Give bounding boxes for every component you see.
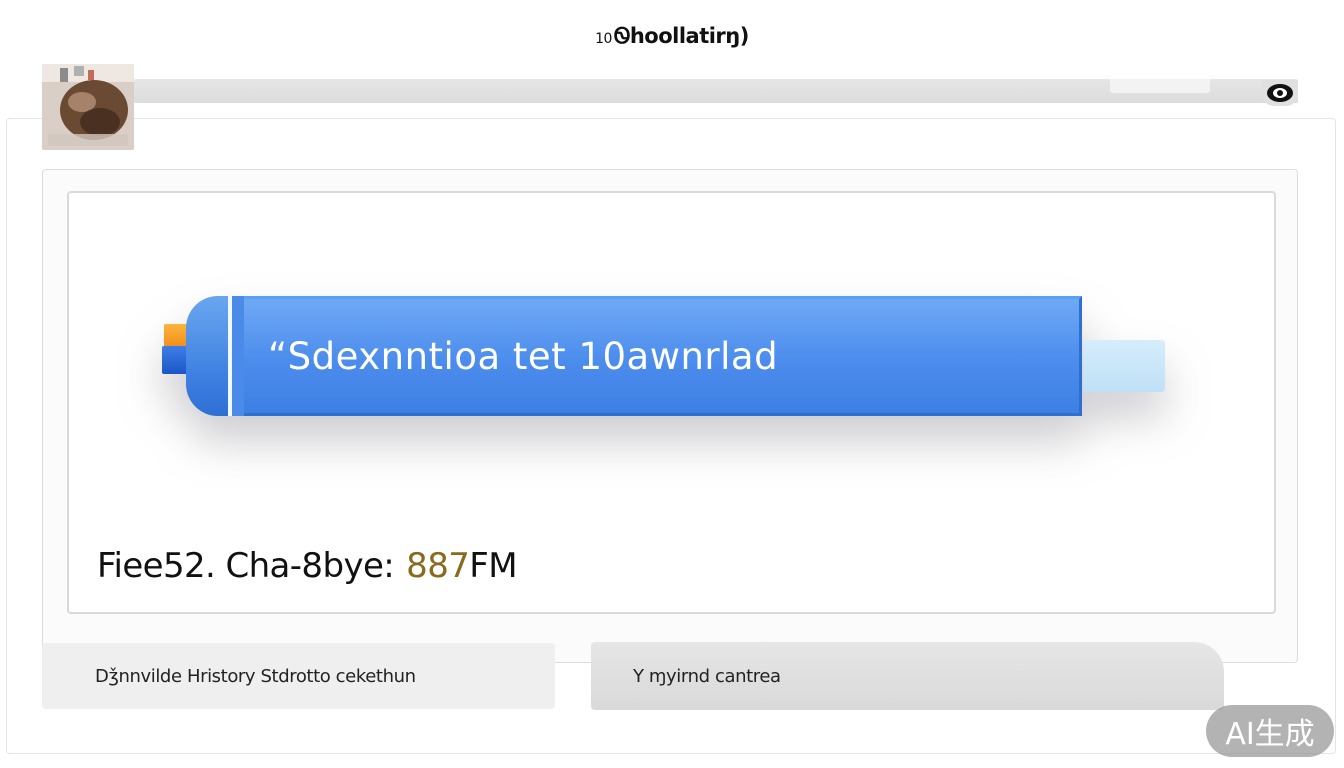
ai-badge-label: AI生成: [1225, 717, 1315, 752]
page-title-prefix: 10: [595, 31, 612, 47]
download-history-label: Dǯnnvilde Hristory Stdrotto cekethun: [95, 665, 416, 687]
usb-connector: [1083, 340, 1165, 392]
download-history-button[interactable]: Dǯnnvilde Hristory Stdrotto cekethun: [42, 643, 555, 709]
download-label: “Sdexnntioa tet 10awnrlad: [268, 334, 779, 378]
download-center-label: Y ɱyirnd cantrea: [633, 665, 781, 687]
avatar[interactable]: [42, 64, 134, 150]
page-title: 10Ꮻhoollatirŋ): [0, 24, 1344, 49]
eye-icon: [1267, 84, 1293, 102]
visibility-toggle-button[interactable]: [1262, 80, 1298, 106]
ai-generated-badge: AI生成: [1206, 705, 1334, 757]
file-info-label: Fiee52. Cha-8bye:: [97, 546, 395, 586]
file-size-unit: FM: [469, 546, 517, 586]
usb-cap-stripe: [228, 296, 244, 416]
download-center-button[interactable]: Y ɱyirnd cantrea: [591, 642, 1224, 710]
app-window: 10Ꮻhoollatirŋ) “Sdexnntioa tet 10awnrlad…: [0, 0, 1344, 768]
usb-drive-download-button[interactable]: “Sdexnntioa tet 10awnrlad: [162, 294, 1166, 418]
page-title-text: Ꮻhoollatirŋ): [613, 24, 749, 48]
file-size-info: Fiee52. Cha-8bye: 887FM: [97, 546, 518, 586]
file-size-value: 887: [406, 546, 470, 586]
usb-body: “Sdexnntioa tet 10awnrlad: [244, 296, 1082, 416]
avatar-image: [42, 64, 134, 150]
address-bar-tab[interactable]: [1110, 79, 1210, 93]
